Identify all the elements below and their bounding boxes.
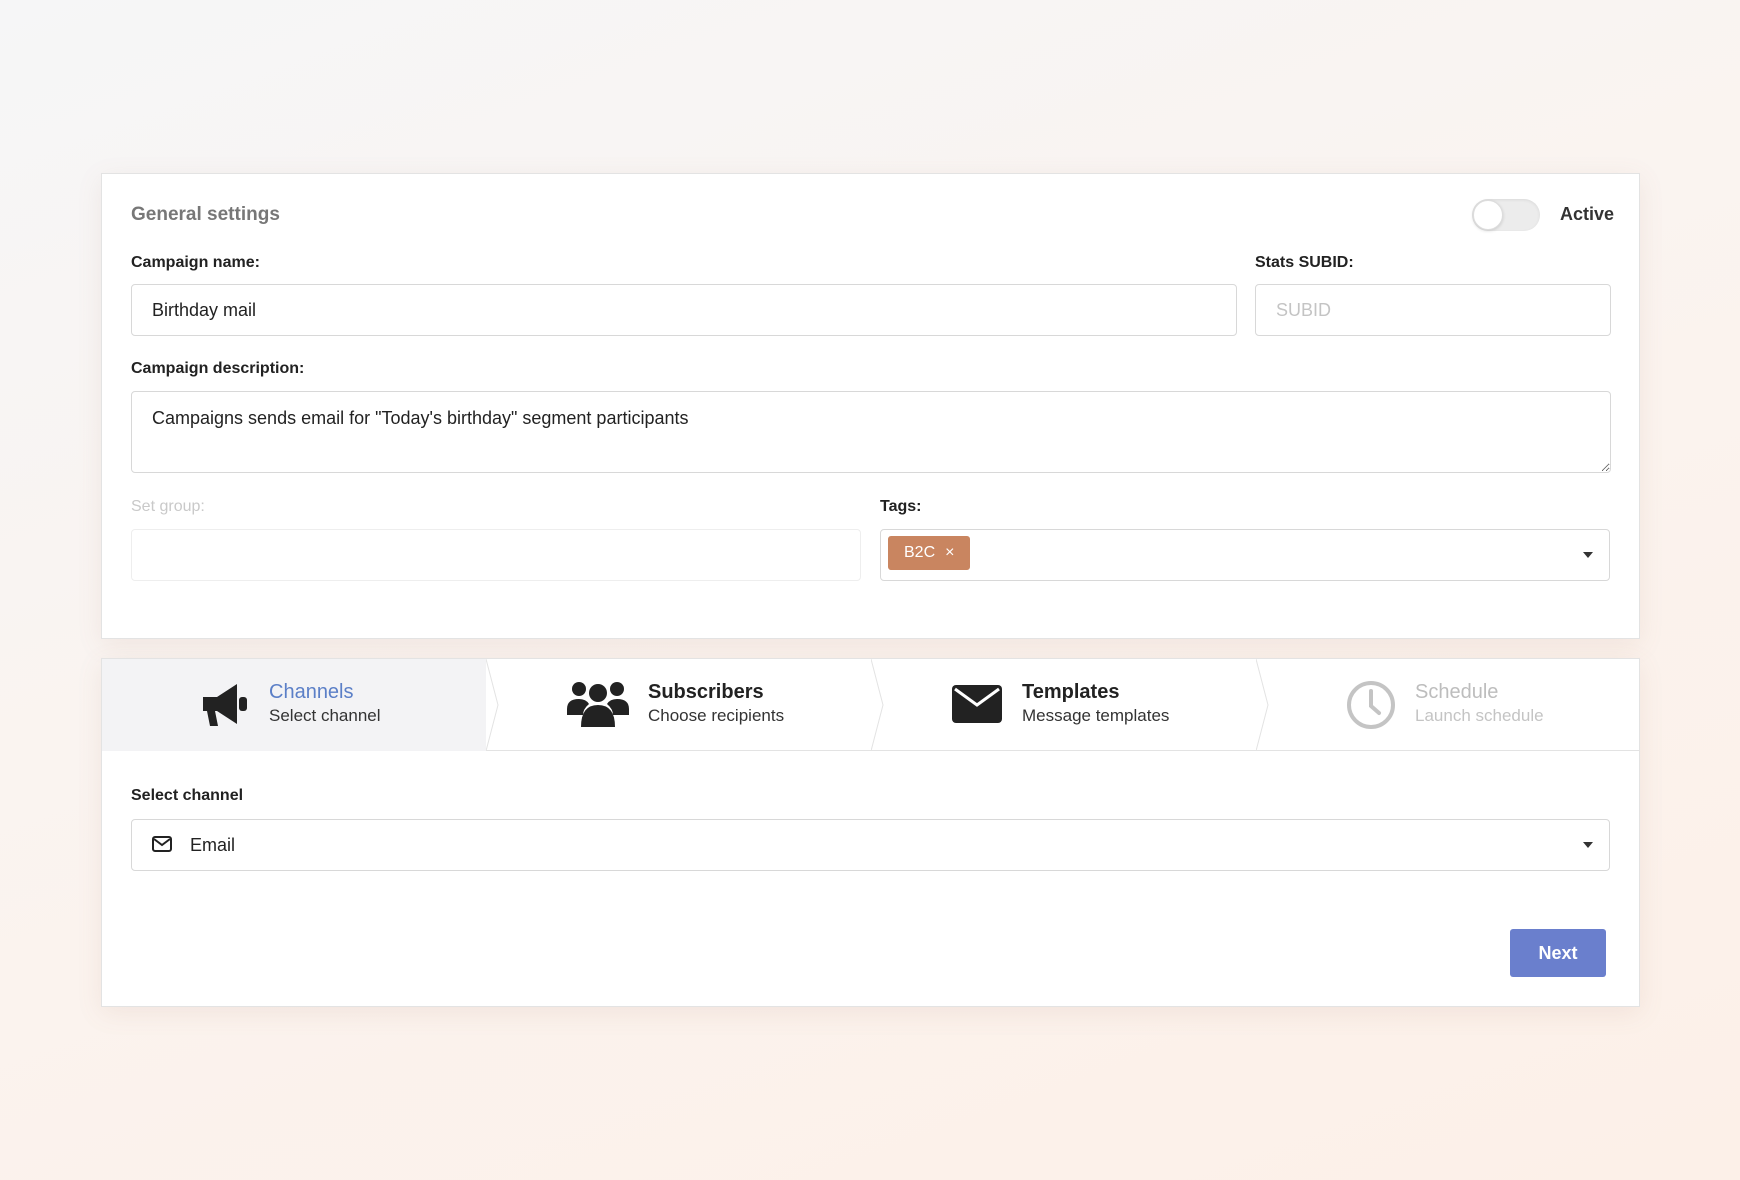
campaign-description-label: Campaign description: xyxy=(131,360,305,377)
step-channels[interactable]: Channels Select channel xyxy=(102,659,486,751)
envelope-outline-icon xyxy=(152,836,172,852)
toggle-knob xyxy=(1473,200,1503,230)
step-tabs: Channels Select channel Subscribers Choo… xyxy=(102,659,1639,751)
select-channel-label: Select channel xyxy=(131,787,244,804)
step-schedule-subtitle: Launch schedule xyxy=(1415,706,1544,725)
campaign-steps-panel: Channels Select channel Subscribers Choo… xyxy=(101,658,1640,1007)
tags-select[interactable]: B2C × xyxy=(880,529,1610,581)
channel-select[interactable]: Email xyxy=(131,819,1610,871)
campaign-description-textarea[interactable]: Campaigns sends email for "Today's birth… xyxy=(131,391,1611,473)
users-icon xyxy=(567,682,629,727)
next-button[interactable]: Next xyxy=(1510,929,1606,977)
channel-select-value: Email xyxy=(190,835,236,855)
step-schedule-title: Schedule xyxy=(1415,681,1499,703)
tags-label: Tags: xyxy=(880,498,922,515)
active-label: Active xyxy=(1560,204,1615,224)
step-channels-title: Channels xyxy=(269,681,354,703)
tag-chip-b2c: B2C × xyxy=(888,536,971,570)
campaign-name-label: Campaign name: xyxy=(131,254,260,271)
step-subscribers-subtitle: Choose recipients xyxy=(648,706,785,725)
step-schedule[interactable]: Schedule Launch schedule xyxy=(1257,659,1639,751)
tag-chip-label: B2C xyxy=(904,544,936,561)
step-subscribers[interactable]: Subscribers Choose recipients xyxy=(487,659,871,751)
section-title: General settings xyxy=(131,204,280,225)
step-channels-subtitle: Select channel xyxy=(269,706,381,725)
megaphone-icon xyxy=(203,684,247,726)
stats-subid-input[interactable] xyxy=(1255,284,1611,336)
active-toggle[interactable] xyxy=(1472,199,1540,231)
chevron-down-icon xyxy=(1583,842,1593,848)
general-settings-panel: General settings Active Campaign name: S… xyxy=(101,173,1640,639)
step-templates-subtitle: Message templates xyxy=(1022,706,1170,725)
chevron-down-icon xyxy=(1583,552,1593,558)
envelope-icon xyxy=(952,685,1002,723)
set-group-input xyxy=(131,529,861,581)
set-group-label: Set group: xyxy=(131,498,205,515)
clock-icon xyxy=(1347,681,1395,729)
campaign-name-input[interactable] xyxy=(131,284,1237,336)
stats-subid-label: Stats SUBID: xyxy=(1255,254,1354,271)
tag-remove-icon[interactable]: × xyxy=(945,544,954,562)
step-templates-title: Templates xyxy=(1022,681,1120,703)
step-templates[interactable]: Templates Message templates xyxy=(872,659,1256,751)
step-subscribers-title: Subscribers xyxy=(648,681,764,703)
